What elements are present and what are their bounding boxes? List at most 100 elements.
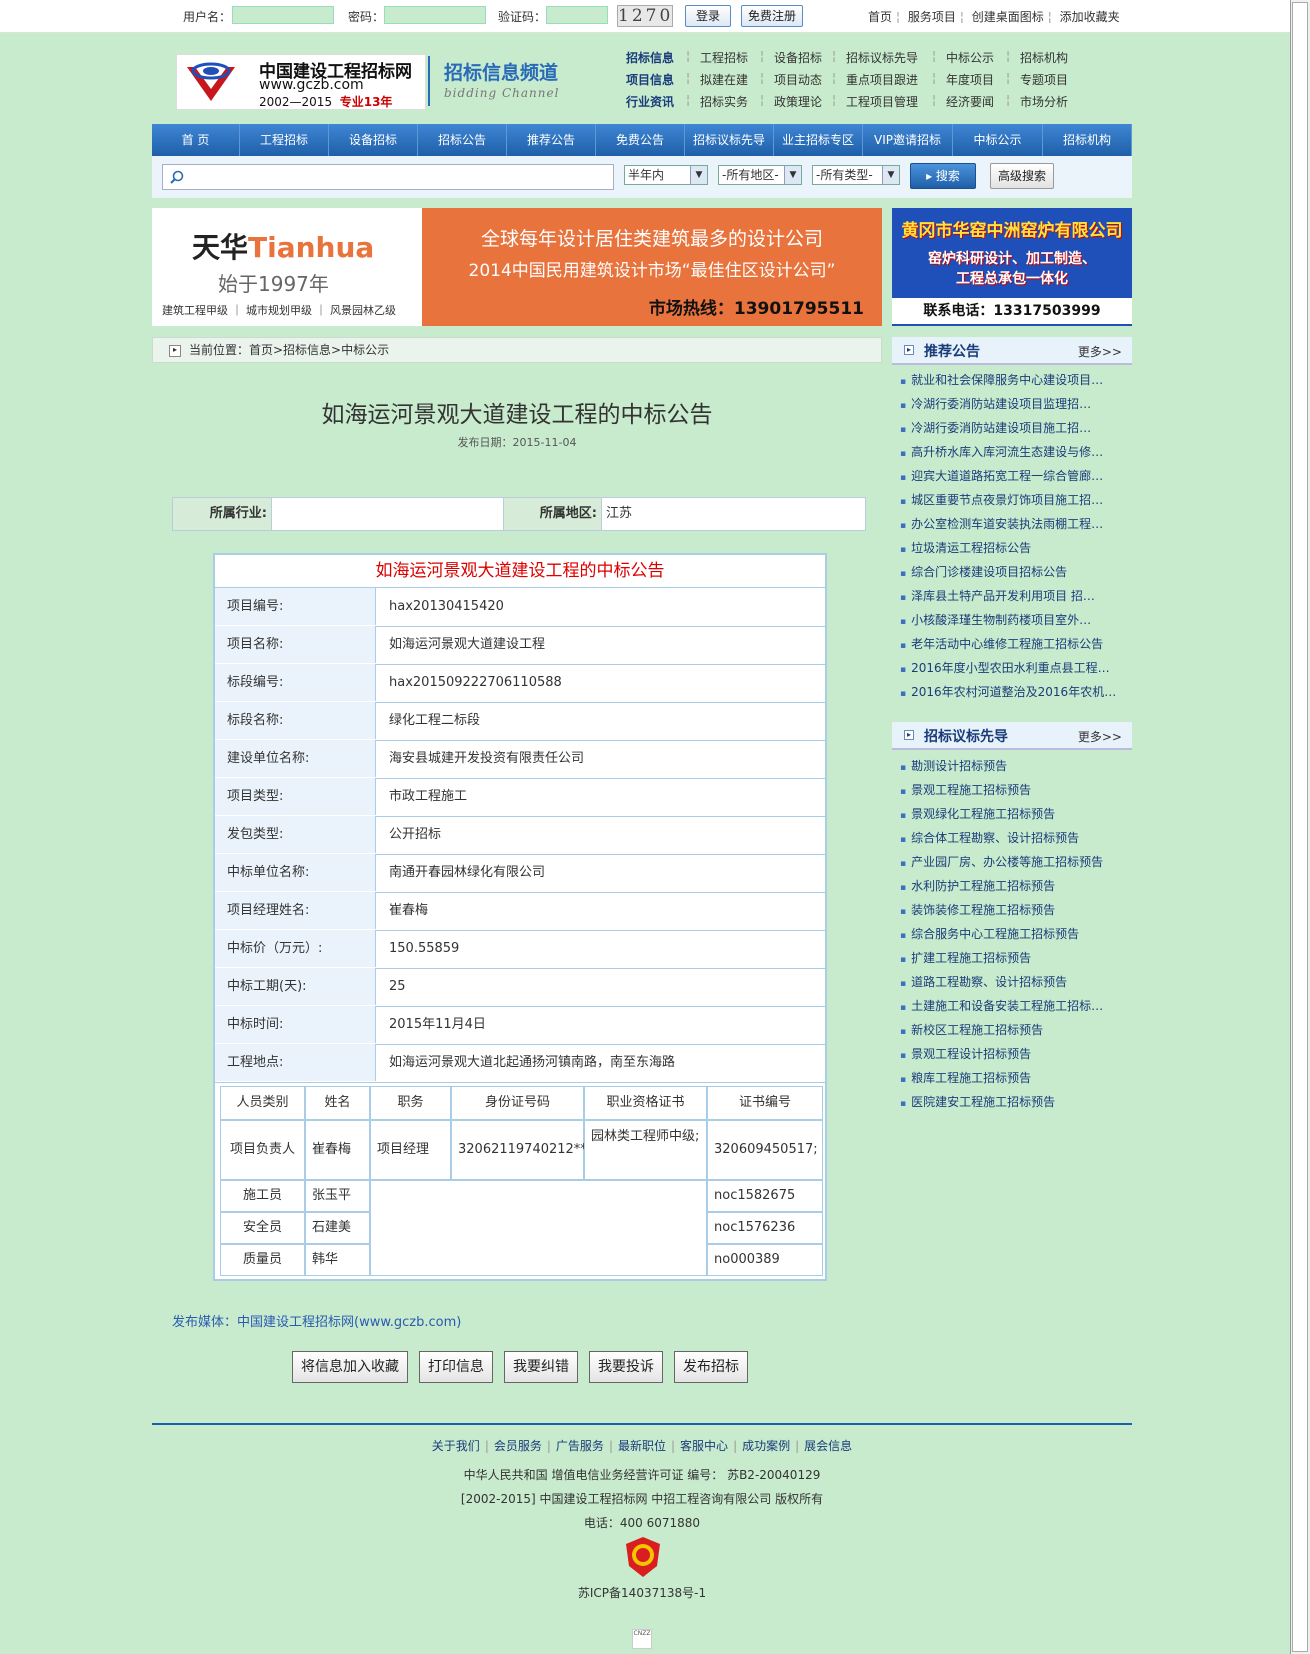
top-link-favorites[interactable]: 添加收藏夹 bbox=[1060, 10, 1120, 24]
recommended-more-link[interactable]: 更多>> bbox=[1078, 343, 1122, 360]
pre-bidding-item[interactable]: 综合体工程勘察、设计招标预告 bbox=[900, 829, 1122, 846]
footer-link[interactable]: 关于我们 bbox=[432, 1439, 480, 1453]
pre-bidding-more-link[interactable]: 更多>> bbox=[1078, 728, 1122, 745]
nav-item[interactable]: 业主招标专区 bbox=[774, 124, 863, 156]
pre-bidding-item[interactable]: 景观工程设计招标预告 bbox=[900, 1045, 1122, 1062]
award-row-value: 绿化工程二标段 bbox=[389, 713, 481, 728]
category-link[interactable]: 招标实务 bbox=[700, 93, 748, 110]
captcha-input[interactable] bbox=[546, 6, 608, 24]
recommended-item[interactable]: 小核酸泽瑾生物制药楼项目室外… bbox=[900, 611, 1122, 628]
category-link[interactable]: 工程招标 bbox=[700, 49, 748, 66]
pre-bidding-item[interactable]: 新校区工程施工招标预告 bbox=[900, 1021, 1122, 1038]
personnel-leader-cell: 园林类工程师中级; bbox=[584, 1120, 707, 1180]
nav-item[interactable]: 招标议标先导 bbox=[685, 124, 774, 156]
category-link[interactable]: 市场分析 bbox=[1020, 93, 1068, 110]
time-select[interactable]: 半年内 ▼ bbox=[624, 165, 708, 185]
pre-bidding-item[interactable]: 装饰装修工程施工招标预告 bbox=[900, 901, 1122, 918]
nav-item[interactable]: VIP邀请招标 bbox=[863, 124, 953, 156]
category-link[interactable]: 项目动态 bbox=[774, 71, 822, 88]
pre-bidding-item[interactable]: 产业园厂房、办公楼等施工招标预告 bbox=[900, 853, 1122, 870]
top-link-services[interactable]: 服务项目 bbox=[908, 10, 956, 24]
nav-item[interactable]: 设备招标 bbox=[329, 124, 418, 156]
recommended-item[interactable]: 城区重要节点夜景灯饰项目施工招… bbox=[900, 491, 1122, 508]
recommended-item[interactable]: 办公室检测车道安装执法雨棚工程… bbox=[900, 515, 1122, 532]
category-link[interactable]: 招标机构 bbox=[1020, 49, 1068, 66]
top-link-desktop-icon[interactable]: 创建桌面图标 bbox=[972, 10, 1044, 24]
pre-bidding-item[interactable]: 道路工程勘察、设计招标预告 bbox=[900, 973, 1122, 990]
category-name[interactable]: 行业资讯 bbox=[626, 93, 674, 110]
pre-bidding-item[interactable]: 景观绿化工程施工招标预告 bbox=[900, 805, 1122, 822]
recommended-item[interactable]: 迎宾大道道路拓宽工程一综合管廊… bbox=[900, 467, 1122, 484]
category-link[interactable]: 招标议标先导 bbox=[846, 49, 918, 66]
nav-item[interactable]: 工程招标 bbox=[240, 124, 329, 156]
category-link[interactable]: 政策理论 bbox=[774, 93, 822, 110]
recommended-item[interactable]: 泽库县土特产品开发利用项目 招… bbox=[900, 587, 1122, 604]
pre-bidding-item[interactable]: 土建施工和设备安装工程施工招标… bbox=[900, 997, 1122, 1014]
login-button[interactable]: 登录 bbox=[685, 5, 731, 27]
footer-icp[interactable]: 苏ICP备14037138号-1 bbox=[152, 1584, 1132, 1601]
page-scrollbar-thumb[interactable] bbox=[1292, 2, 1308, 1652]
tianhua-ad-banner[interactable]: 天华Tianhua 始于1997年 建筑工程甲级 ｜ 城市规划甲级 ｜ 风景园林… bbox=[152, 208, 882, 326]
category-link[interactable]: 专题项目 bbox=[1020, 71, 1068, 88]
category-link[interactable]: 设备招标 bbox=[774, 49, 822, 66]
site-logo[interactable]: 中国建设工程招标网 www.gczb.com 2002—2015 专业13年 bbox=[176, 54, 426, 110]
action-button[interactable]: 我要纠错 bbox=[504, 1351, 578, 1383]
nav-item[interactable]: 招标公告 bbox=[418, 124, 507, 156]
police-badge-icon[interactable] bbox=[624, 1536, 662, 1578]
search-input[interactable] bbox=[162, 164, 614, 190]
footer-link[interactable]: 会员服务 bbox=[494, 1439, 542, 1453]
recommended-item[interactable]: 2016年度小型农田水利重点县工程… bbox=[900, 659, 1122, 676]
nav-item[interactable]: 免费公告 bbox=[596, 124, 685, 156]
recommended-item[interactable]: 垃圾清运工程招标公告 bbox=[900, 539, 1122, 556]
category-link[interactable]: 年度项目 bbox=[946, 71, 994, 88]
pre-bidding-item[interactable]: 扩建工程施工招标预告 bbox=[900, 949, 1122, 966]
search-button[interactable]: ▸ 搜索 bbox=[910, 163, 976, 189]
recommended-header: ▸ 推荐公告 更多>> bbox=[892, 337, 1132, 365]
footer-link[interactable]: 成功案例 bbox=[742, 1439, 790, 1453]
nav-item[interactable]: 推荐公告 bbox=[507, 124, 596, 156]
category-name[interactable]: 项目信息 bbox=[626, 71, 674, 88]
footer-link[interactable]: 最新职位 bbox=[618, 1439, 666, 1453]
action-button[interactable]: 将信息加入收藏 bbox=[292, 1351, 408, 1383]
region-select[interactable]: -所有地区- ▼ bbox=[718, 165, 802, 185]
footer-link[interactable]: 客服中心 bbox=[680, 1439, 728, 1453]
action-button[interactable]: 打印信息 bbox=[419, 1351, 493, 1383]
footer-link[interactable]: 展会信息 bbox=[804, 1439, 852, 1453]
footer-link[interactable]: 广告服务 bbox=[556, 1439, 604, 1453]
category-name[interactable]: 招标信息 bbox=[626, 49, 674, 66]
category-link[interactable]: 工程项目管理 bbox=[846, 93, 918, 110]
channel-title: 招标信息频道 bbox=[444, 62, 559, 84]
category-link[interactable]: 拟建在建 bbox=[700, 71, 748, 88]
pre-bidding-item[interactable]: 综合服务中心工程施工招标预告 bbox=[900, 925, 1122, 942]
huayao-ad-banner[interactable]: 黄冈市华窑中洲窑炉有限公司 窑炉科研设计、加工制造、 工程总承包一体化 联系电话… bbox=[892, 208, 1132, 326]
recommended-item[interactable]: 冷湖行委消防站建设项目施工招… bbox=[900, 419, 1122, 436]
action-button[interactable]: 发布招标 bbox=[674, 1351, 748, 1383]
top-link-home[interactable]: 首页 bbox=[868, 10, 892, 24]
recommended-item[interactable]: 就业和社会保障服务中心建设项目… bbox=[900, 371, 1122, 388]
password-input[interactable] bbox=[384, 6, 486, 24]
nav-item[interactable]: 首 页 bbox=[152, 124, 240, 156]
type-select[interactable]: -所有类型- ▼ bbox=[812, 165, 900, 185]
pre-bidding-item[interactable]: 水利防护工程施工招标预告 bbox=[900, 877, 1122, 894]
advanced-search-button[interactable]: 高级搜索 bbox=[990, 163, 1054, 189]
pre-bidding-item[interactable]: 勘测设计招标预告 bbox=[900, 757, 1122, 774]
recommended-item[interactable]: 冷湖行委消防站建设项目监理招… bbox=[900, 395, 1122, 412]
nav-item[interactable]: 招标机构 bbox=[1043, 124, 1132, 156]
pre-bidding-item[interactable]: 医院建安工程施工招标预告 bbox=[900, 1093, 1122, 1110]
category-link[interactable]: 经济要闻 bbox=[946, 93, 994, 110]
cnzz-stats-icon[interactable]: CNZZ bbox=[632, 1629, 652, 1649]
nav-item[interactable]: 中标公示 bbox=[953, 124, 1043, 156]
recommended-item[interactable]: 高升桥水库入库河流生态建设与修… bbox=[900, 443, 1122, 460]
pre-bidding-item[interactable]: 景观工程施工招标预告 bbox=[900, 781, 1122, 798]
action-button[interactable]: 我要投诉 bbox=[589, 1351, 663, 1383]
recommended-item[interactable]: 老年活动中心维修工程施工招标公告 bbox=[900, 635, 1122, 652]
captcha-image[interactable]: 1270 bbox=[617, 5, 673, 27]
username-input[interactable] bbox=[232, 6, 334, 24]
pre-bidding-item[interactable]: 粮库工程施工招标预告 bbox=[900, 1069, 1122, 1086]
recommended-item[interactable]: 2016年农村河道整治及2016年农机… bbox=[900, 683, 1122, 700]
publish-media[interactable]: 发布媒体：中国建设工程招标网(www.gczb.com) bbox=[172, 1311, 461, 1330]
register-button[interactable]: 免费注册 bbox=[741, 5, 803, 27]
category-link[interactable]: 中标公示 bbox=[946, 49, 994, 66]
recommended-item[interactable]: 综合门诊楼建设项目招标公告 bbox=[900, 563, 1122, 580]
category-link[interactable]: 重点项目跟进 bbox=[846, 71, 918, 88]
